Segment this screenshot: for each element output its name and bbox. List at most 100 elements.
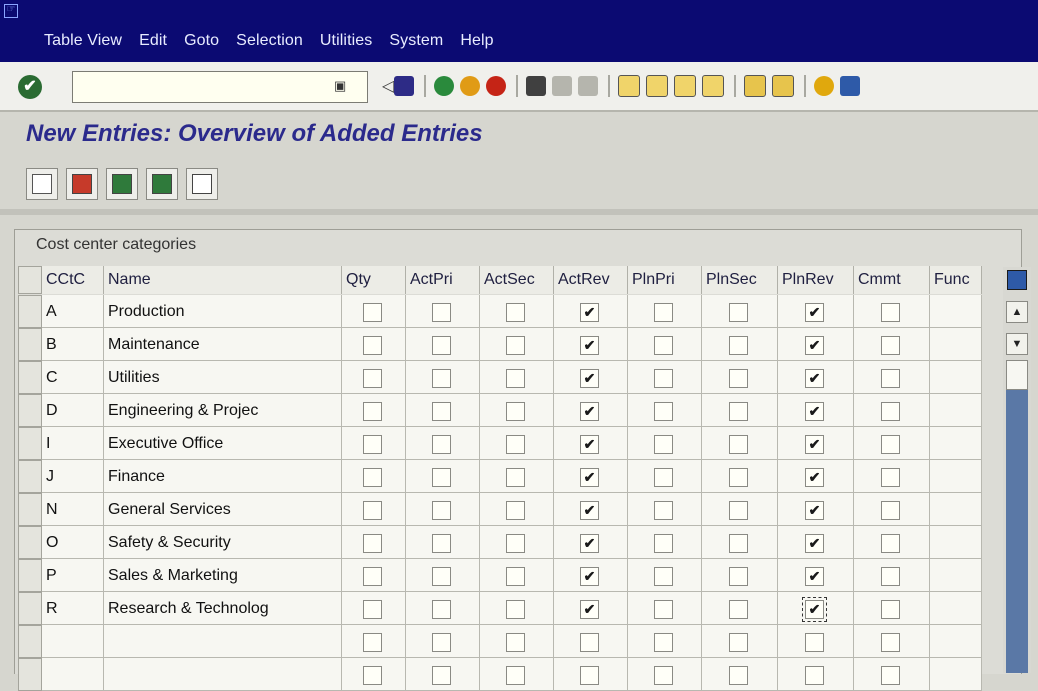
cctc-cell[interactable]: A (42, 295, 104, 328)
func-cell[interactable] (930, 460, 982, 493)
checkbox[interactable] (729, 303, 748, 322)
checkbox[interactable] (881, 633, 900, 652)
save-icon[interactable] (394, 76, 415, 96)
func-cell[interactable] (930, 295, 982, 328)
select-block-icon[interactable] (146, 168, 178, 200)
layout-icon[interactable] (840, 76, 861, 96)
row-selector[interactable] (18, 493, 42, 526)
delete-icon[interactable] (66, 168, 98, 200)
name-cell[interactable]: Executive Office (104, 427, 342, 460)
checkbox[interactable] (363, 666, 382, 685)
help-icon[interactable] (814, 76, 835, 96)
checkbox[interactable]: ✔ (805, 501, 824, 520)
name-cell[interactable]: Finance (104, 460, 342, 493)
row-selector[interactable] (18, 625, 42, 658)
checkbox[interactable] (881, 369, 900, 388)
checkbox[interactable] (506, 303, 525, 322)
checkbox[interactable] (654, 633, 673, 652)
cctc-cell[interactable]: O (42, 526, 104, 559)
checkbox[interactable] (729, 369, 748, 388)
checkbox[interactable] (506, 534, 525, 553)
func-cell[interactable] (930, 427, 982, 460)
next-page-icon[interactable] (674, 75, 697, 97)
checkbox[interactable] (654, 501, 673, 520)
scroll-down-icon[interactable]: ▼ (1006, 333, 1028, 355)
row-selector[interactable] (18, 559, 42, 592)
checkbox[interactable] (729, 600, 748, 619)
checkbox[interactable] (432, 303, 451, 322)
checkbox[interactable]: ✔ (805, 336, 824, 355)
row-selector[interactable] (18, 460, 42, 493)
cctc-cell[interactable]: C (42, 361, 104, 394)
name-cell[interactable]: Utilities (104, 361, 342, 394)
checkbox[interactable]: ✔ (805, 402, 824, 421)
last-page-icon[interactable] (702, 75, 725, 97)
checkbox[interactable] (654, 402, 673, 421)
checkbox[interactable] (363, 534, 382, 553)
checkbox[interactable] (506, 600, 525, 619)
checkbox[interactable] (506, 336, 525, 355)
checkbox[interactable] (654, 336, 673, 355)
checkbox[interactable] (363, 600, 382, 619)
checkbox[interactable] (729, 633, 748, 652)
checkbox[interactable] (432, 600, 451, 619)
row-selector[interactable] (18, 526, 42, 559)
enter-icon[interactable]: ✔ (18, 75, 42, 99)
checkbox[interactable] (881, 600, 900, 619)
checkbox[interactable] (432, 468, 451, 487)
checkbox[interactable] (506, 435, 525, 454)
checkbox[interactable] (432, 369, 451, 388)
find-icon[interactable] (552, 76, 573, 96)
name-cell[interactable]: Engineering & Projec (104, 394, 342, 427)
column-header-plnpri[interactable]: PlnPri (628, 266, 702, 294)
name-cell[interactable]: Research & Technolog (104, 592, 342, 625)
checkbox[interactable] (881, 435, 900, 454)
name-cell[interactable]: Maintenance (104, 328, 342, 361)
cctc-cell[interactable]: I (42, 427, 104, 460)
checkbox[interactable] (363, 468, 382, 487)
column-header-func[interactable]: Func (930, 266, 982, 294)
previous-page-icon[interactable] (646, 75, 669, 97)
checkbox[interactable] (729, 336, 748, 355)
checkbox[interactable] (654, 468, 673, 487)
checkbox[interactable] (432, 567, 451, 586)
checkbox[interactable]: ✔ (805, 534, 824, 553)
checkbox[interactable] (805, 633, 824, 652)
checkbox[interactable]: ✔ (580, 369, 599, 388)
row-selector[interactable] (18, 592, 42, 625)
checkbox[interactable]: ✔ (580, 534, 599, 553)
func-cell[interactable] (930, 559, 982, 592)
checkbox[interactable] (580, 633, 599, 652)
checkbox[interactable] (432, 633, 451, 652)
checkbox[interactable]: ✔ (580, 501, 599, 520)
checkbox[interactable] (363, 402, 382, 421)
column-settings-icon[interactable] (1007, 270, 1027, 290)
checkbox[interactable] (506, 633, 525, 652)
print-icon[interactable] (526, 76, 547, 96)
menu-help[interactable]: Help (460, 32, 493, 50)
func-cell[interactable] (930, 526, 982, 559)
create-session-icon[interactable] (744, 75, 767, 97)
menu-system[interactable]: System (389, 32, 443, 50)
menu-utilities[interactable]: Utilities (320, 32, 372, 50)
checkbox[interactable] (881, 336, 900, 355)
checkbox[interactable]: ✔ (805, 435, 824, 454)
checkbox[interactable]: ✔ (802, 597, 827, 622)
func-cell[interactable] (930, 394, 982, 427)
checkbox[interactable] (506, 666, 525, 685)
cctc-cell[interactable]: R (42, 592, 104, 625)
checkbox[interactable] (432, 336, 451, 355)
checkbox[interactable] (363, 303, 382, 322)
checkbox[interactable] (506, 567, 525, 586)
checkbox[interactable] (654, 666, 673, 685)
checkbox[interactable]: ✔ (580, 468, 599, 487)
checkbox[interactable] (881, 402, 900, 421)
menu-edit[interactable]: Edit (139, 32, 167, 50)
checkbox[interactable]: ✔ (805, 303, 824, 322)
menu-table-view[interactable]: Table View (44, 32, 122, 50)
checkbox[interactable] (729, 501, 748, 520)
first-page-icon[interactable] (618, 75, 641, 97)
deselect-all-icon[interactable] (186, 168, 218, 200)
checkbox[interactable] (805, 666, 824, 685)
checkbox[interactable] (432, 666, 451, 685)
